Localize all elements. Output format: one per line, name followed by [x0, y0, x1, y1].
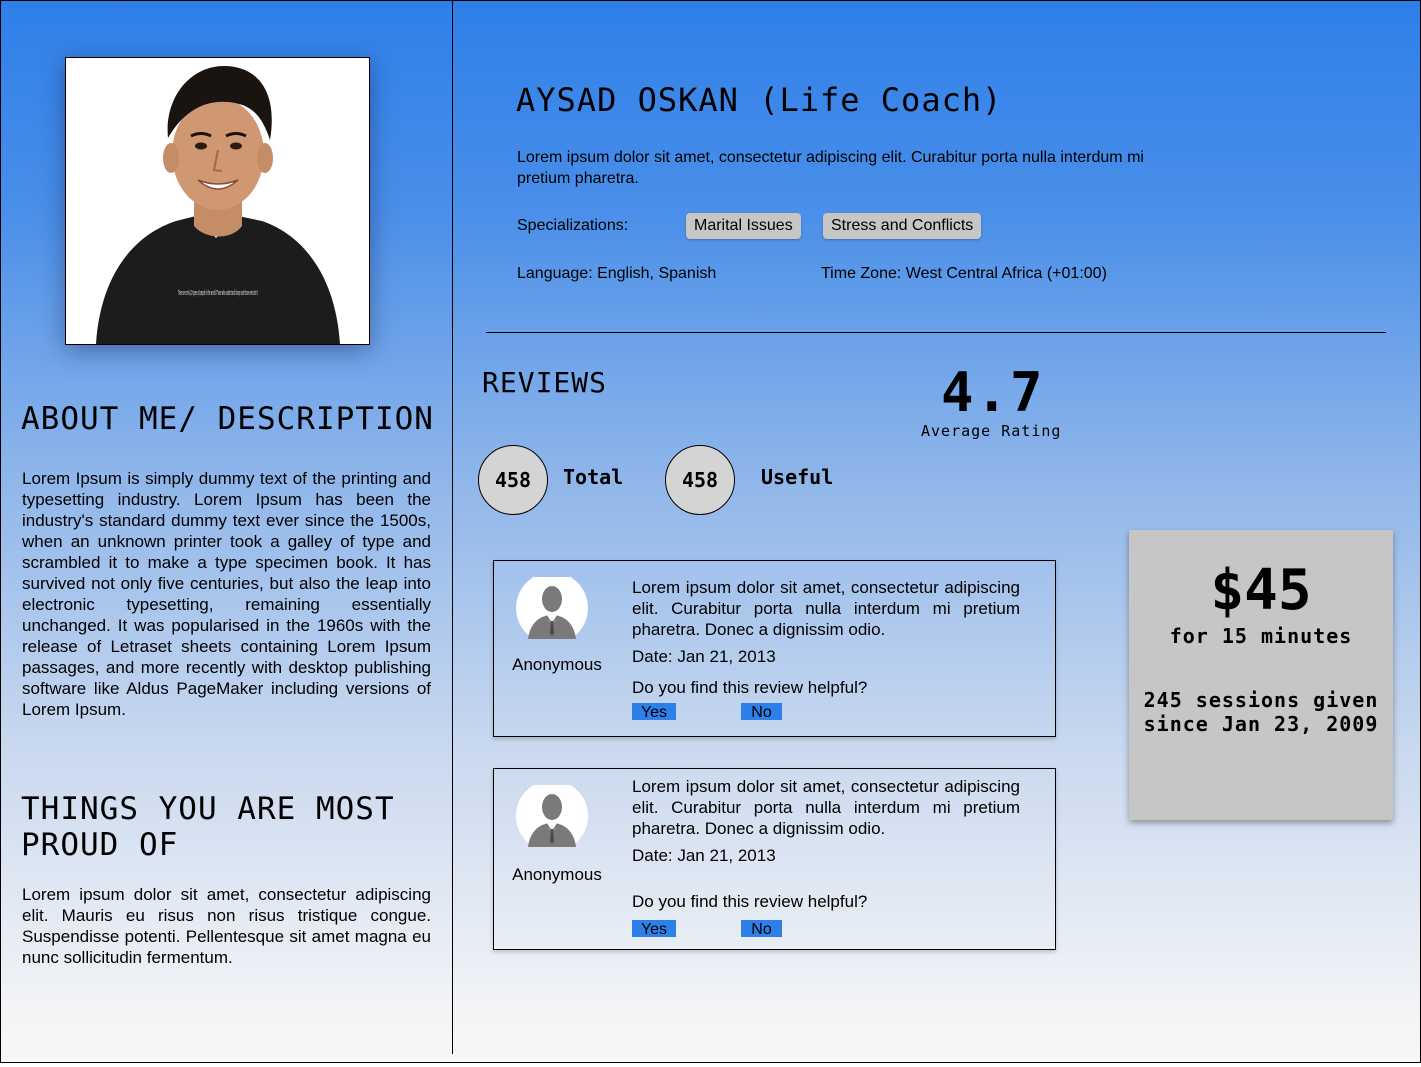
price-duration: for 15 minutes — [1169, 624, 1353, 648]
average-rating-label: Average Rating — [921, 422, 1062, 440]
review-date: Date: Jan 21, 2013 — [632, 846, 776, 865]
helpful-question: Do you find this review helpful? — [632, 678, 868, 697]
total-label: Total — [563, 465, 624, 489]
time-zone: Time Zone: West Central Africa (+01:00) — [821, 265, 1107, 282]
no-button[interactable]: No — [741, 703, 782, 721]
reviewer-name: Anonymous — [512, 865, 602, 884]
specialization-chip[interactable]: Stress and Conflicts — [823, 213, 982, 239]
sessions-count: 245 sessions given — [1143, 688, 1379, 712]
yes-button[interactable]: Yes — [632, 920, 676, 938]
proud-title: THINGS YOU ARE MOST PROUD OF — [21, 791, 395, 863]
user-avatar-icon — [516, 780, 588, 852]
section-divider — [486, 332, 1386, 333]
review-card: Anonymous Lorem ipsum dolor sit amet, co… — [493, 560, 1056, 737]
profile-photo: There are only 10 types of people in the… — [65, 57, 370, 345]
profile-photo-image: There are only 10 types of people in the… — [66, 58, 369, 344]
specialization-chip[interactable]: Marital Issues — [686, 213, 801, 239]
specializations-label: Specializations: — [517, 217, 629, 234]
useful-label: Useful — [761, 465, 834, 489]
yes-button[interactable]: Yes — [632, 703, 676, 721]
sessions-given: 245 sessions given since Jan 23, 2009 — [1129, 688, 1393, 736]
proud-text: Lorem ipsum dolor sit amet, consectetur … — [22, 885, 431, 967]
review-text: Lorem ipsum dolor sit amet, consectetur … — [632, 777, 1020, 838]
helpful-question: Do you find this review helpful? — [632, 892, 868, 911]
useful-count-badge: 458 — [665, 445, 735, 515]
about-text: Lorem Ipsum is simply dummy text of the … — [22, 469, 431, 719]
coach-name: AYSAD OSKAN (Life Coach) — [516, 81, 1003, 119]
total-count-badge: 458 — [478, 445, 548, 515]
coach-description: Lorem ipsum dolor sit amet, consectetur … — [517, 149, 1144, 187]
no-button[interactable]: No — [741, 920, 782, 938]
column-divider — [452, 1, 453, 1054]
review-card: Anonymous Lorem ipsum dolor sit amet, co… — [493, 768, 1056, 950]
shirt-text: There are only 10 types of people in the… — [178, 289, 258, 297]
review-text: Lorem ipsum dolor sit amet, consectetur … — [632, 578, 1020, 639]
profile-page: There are only 10 types of people in the… — [0, 0, 1421, 1063]
language: Language: English, Spanish — [517, 265, 717, 282]
reviews-title: REVIEWS — [482, 366, 608, 399]
pricing-card: $45 for 15 minutes 245 sessions given si… — [1129, 530, 1393, 820]
sessions-since: since Jan 23, 2009 — [1143, 712, 1379, 736]
price-amount: $45 — [1210, 558, 1312, 623]
about-title: ABOUT ME/ DESCRIPTION — [21, 401, 434, 437]
user-avatar-icon — [516, 572, 588, 644]
reviewer-name: Anonymous — [512, 655, 602, 674]
average-rating: 4.7 — [941, 361, 1045, 424]
review-date: Date: Jan 21, 2013 — [632, 647, 776, 666]
